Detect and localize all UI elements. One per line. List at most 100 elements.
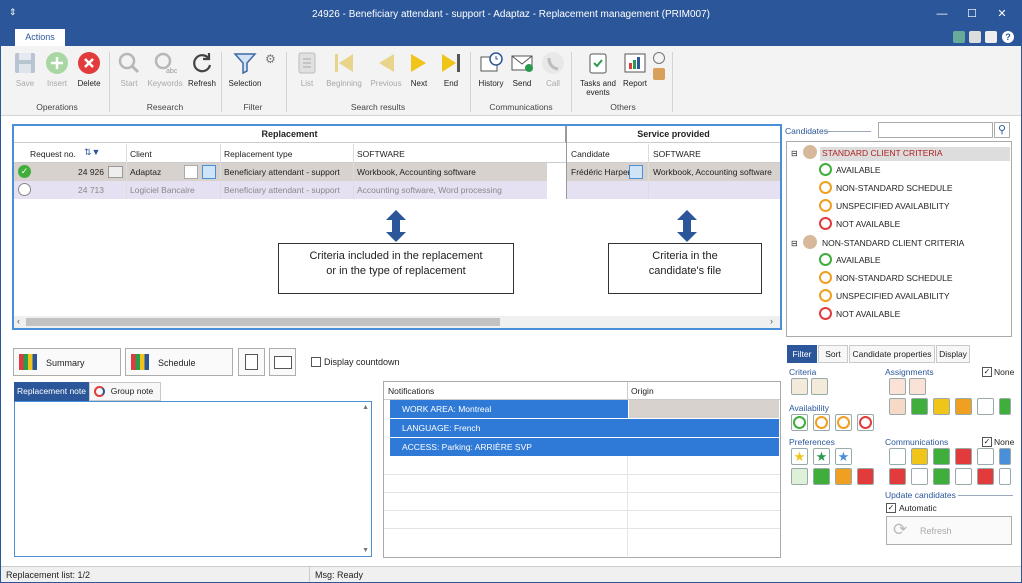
notification-row[interactable]: LANGUAGE: French bbox=[390, 419, 779, 437]
preference-person-icon[interactable] bbox=[857, 468, 874, 485]
chat-icon[interactable] bbox=[911, 448, 928, 465]
preference-person-icon[interactable] bbox=[835, 468, 852, 485]
id-card-icon[interactable] bbox=[108, 166, 123, 178]
criteria-person-icon[interactable] bbox=[811, 378, 828, 395]
calendar-alert-icon[interactable] bbox=[909, 378, 926, 395]
schedule-button[interactable]: Schedule bbox=[125, 348, 233, 376]
phone-missed-icon[interactable] bbox=[955, 468, 972, 485]
scroll-right-icon[interactable]: › bbox=[770, 316, 773, 326]
star-gold-icon[interactable]: ★ bbox=[791, 448, 808, 465]
thumbs-up-icon[interactable] bbox=[933, 448, 950, 465]
call-button[interactable]: Call bbox=[535, 51, 571, 101]
refresh-button[interactable]: Refresh bbox=[184, 51, 220, 101]
assignment-check-icon[interactable] bbox=[911, 398, 928, 415]
candidate-search-icon[interactable]: ⚲ bbox=[994, 122, 1010, 138]
sort-filter-icon[interactable]: ⇅▼ bbox=[84, 147, 100, 158]
col-request-no[interactable]: Request no. bbox=[30, 149, 76, 159]
tab-actions[interactable]: Actions bbox=[15, 29, 65, 46]
preference-person-icon[interactable] bbox=[791, 468, 808, 485]
start-button[interactable]: Start bbox=[111, 51, 147, 101]
phone-extra-icon[interactable] bbox=[999, 468, 1011, 485]
tree-item-available[interactable]: AVAILABLE bbox=[836, 255, 881, 265]
communications-none-checkbox[interactable]: ✓ bbox=[982, 437, 992, 447]
clock-icon[interactable] bbox=[653, 52, 665, 64]
availability-orange-icon[interactable] bbox=[813, 414, 830, 431]
tasks-and-events-button[interactable]: Tasks and events bbox=[577, 51, 619, 101]
collapse-icon[interactable]: ⊟ bbox=[791, 149, 798, 158]
tab-display[interactable]: Display bbox=[936, 345, 970, 363]
collapse-icon[interactable]: ⊟ bbox=[791, 239, 798, 248]
table-row[interactable]: 24 713 Logiciel Bancaire Beneficiary att… bbox=[14, 181, 780, 199]
tree-item-unspecified[interactable]: UNSPECIFIED AVAILABILITY bbox=[836, 201, 950, 211]
refresh-candidates-button[interactable]: ⟳ Refresh bbox=[886, 516, 1012, 545]
next-button[interactable]: Next bbox=[401, 51, 437, 101]
horizontal-scrollbar[interactable]: ‹ › bbox=[14, 316, 780, 328]
automatic-checkbox[interactable]: ✓ bbox=[886, 503, 896, 513]
col-candidate[interactable]: Candidate bbox=[571, 149, 610, 159]
tab-replacement-note[interactable]: Replacement note bbox=[14, 382, 89, 401]
contact-card-button[interactable] bbox=[269, 348, 296, 376]
toolbox-icon[interactable] bbox=[653, 68, 665, 80]
assignment-clock-icon[interactable] bbox=[977, 398, 994, 415]
col-software[interactable]: SOFTWARE bbox=[357, 149, 405, 159]
scroll-left-icon[interactable]: ‹ bbox=[17, 316, 20, 326]
keywords-button[interactable]: abc Keywords bbox=[145, 51, 185, 101]
notification-row[interactable]: WORK AREA: Montreal bbox=[390, 400, 779, 418]
assignment-person-icon[interactable] bbox=[955, 398, 972, 415]
star-blue-icon[interactable]: ★ bbox=[835, 448, 852, 465]
notification-row[interactable]: ACCESS: Parking: ARRIÈRE SVP bbox=[390, 438, 779, 456]
col-client[interactable]: Client bbox=[130, 149, 152, 159]
tree-group-non-standard[interactable]: NON-STANDARD CLIENT CRITERIA bbox=[822, 238, 964, 248]
scroll-down-icon[interactable]: ▼ bbox=[362, 547, 369, 554]
tab-sort[interactable]: Sort bbox=[818, 345, 848, 363]
tab-filter[interactable]: Filter bbox=[787, 345, 817, 363]
selection-button[interactable]: Selection bbox=[223, 51, 267, 101]
tree-item-non-standard[interactable]: NON-STANDARD SCHEDULE bbox=[836, 183, 953, 193]
assignment-smile-icon[interactable] bbox=[933, 398, 950, 415]
maximize-button[interactable]: ☐ bbox=[961, 5, 983, 23]
tree-item-available[interactable]: AVAILABLE bbox=[836, 165, 881, 175]
scroll-up-icon[interactable]: ▲ bbox=[362, 404, 369, 411]
calendar-x-icon[interactable] bbox=[889, 378, 906, 395]
tree-item-non-standard[interactable]: NON-STANDARD SCHEDULE bbox=[836, 273, 953, 283]
availability-orange-icon[interactable] bbox=[835, 414, 852, 431]
report-button[interactable]: Report bbox=[617, 51, 653, 101]
notifications-col[interactable]: Notifications bbox=[388, 386, 434, 396]
delete-button[interactable]: Delete bbox=[71, 51, 107, 101]
tree-item-not-available[interactable]: NOT AVAILABLE bbox=[836, 219, 900, 229]
client-person-icon[interactable] bbox=[184, 165, 198, 179]
help-icon[interactable]: ? bbox=[1002, 31, 1014, 43]
table-row[interactable]: ✓ 24 926 Adaptaz Beneficiary attendant -… bbox=[14, 163, 780, 181]
client-file-icon[interactable] bbox=[202, 165, 216, 179]
preference-person-icon[interactable] bbox=[813, 468, 830, 485]
assignment-status-icon[interactable] bbox=[889, 398, 906, 415]
phone-icon[interactable] bbox=[953, 31, 965, 43]
tab-candidate-properties[interactable]: Candidate properties bbox=[849, 345, 935, 363]
assignment-more-icon[interactable] bbox=[999, 398, 1011, 415]
close-button[interactable]: ✕ bbox=[991, 5, 1013, 23]
thumbs-down-icon[interactable] bbox=[955, 448, 972, 465]
col-software-2[interactable]: SOFTWARE bbox=[653, 149, 701, 159]
window-icon[interactable] bbox=[969, 31, 981, 43]
sad-icon[interactable] bbox=[889, 468, 906, 485]
origin-col[interactable]: Origin bbox=[631, 386, 654, 396]
availability-red-icon[interactable] bbox=[857, 414, 874, 431]
assignments-none-checkbox[interactable]: ✓ bbox=[982, 367, 992, 377]
candidate-file-icon[interactable] bbox=[629, 165, 643, 179]
star-green-icon[interactable]: ★ bbox=[813, 448, 830, 465]
gear-icon[interactable]: ⚙ bbox=[265, 52, 277, 66]
criteria-person-icon[interactable] bbox=[791, 378, 808, 395]
insert-button[interactable]: Insert bbox=[39, 51, 75, 101]
tree-item-unspecified[interactable]: UNSPECIFIED AVAILABILITY bbox=[836, 291, 950, 301]
tab-group-note[interactable]: Group note bbox=[89, 382, 161, 401]
col-replacement-type[interactable]: Replacement type bbox=[224, 149, 293, 159]
display-countdown-checkbox[interactable] bbox=[311, 357, 321, 367]
selected-check-icon[interactable]: ✓ bbox=[18, 165, 31, 178]
print-icon[interactable] bbox=[985, 31, 997, 43]
voicemail-icon[interactable] bbox=[977, 448, 994, 465]
minimize-button[interactable]: — bbox=[931, 5, 953, 23]
list-button[interactable]: List bbox=[289, 51, 325, 101]
tree-group-standard[interactable]: STANDARD CLIENT CRITERIA bbox=[820, 147, 1010, 161]
phone-red-icon[interactable] bbox=[977, 468, 994, 485]
documents-button[interactable] bbox=[238, 348, 265, 376]
